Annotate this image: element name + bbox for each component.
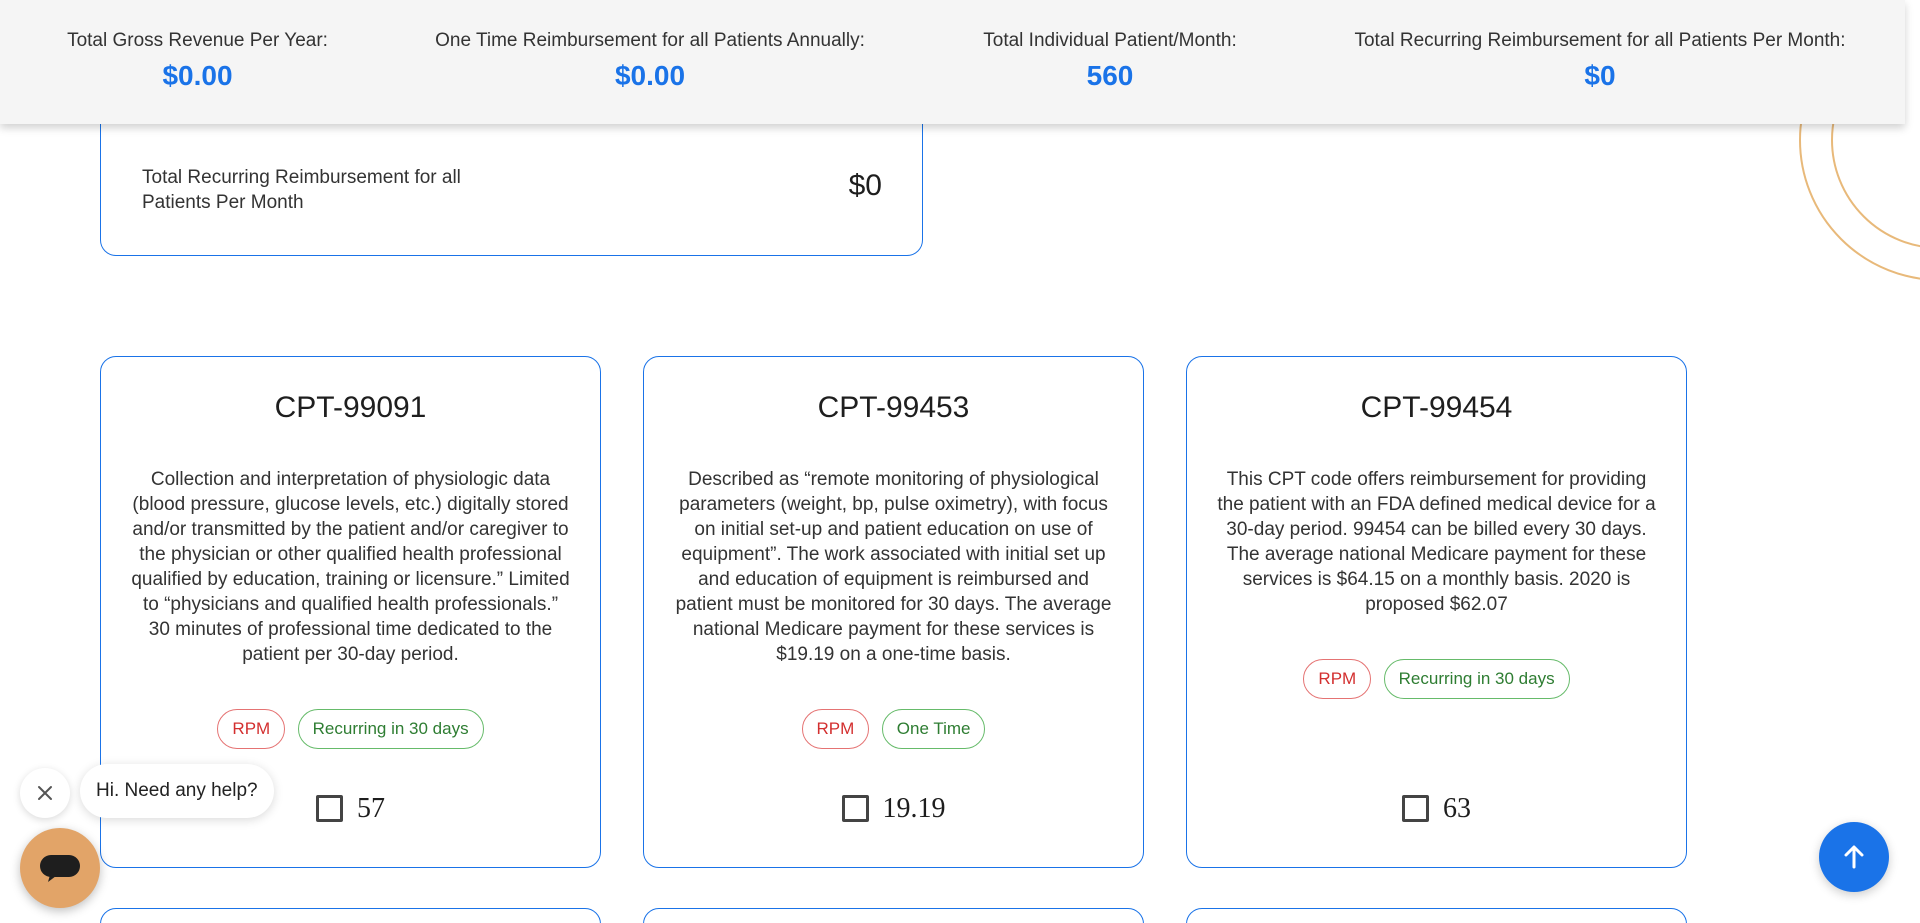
cpt-card-99453: CPT-99453 Described as “remote monitorin…: [643, 356, 1144, 868]
close-icon: [38, 786, 52, 800]
summary-individual-patient: Total Individual Patient/Month: 560: [960, 30, 1260, 92]
tag-frequency: One Time: [881, 709, 986, 749]
summary-label: Total Gross Revenue Per Year:: [67, 30, 328, 51]
cpt-tags: RPM Recurring in 30 days: [1187, 659, 1686, 699]
summary-value: $0.00: [162, 60, 233, 91]
tag-type: RPM: [801, 709, 870, 749]
cpt-tags: RPM One Time: [644, 709, 1143, 749]
cpt-description: Described as “remote monitoring of physi…: [675, 469, 1112, 665]
summary-recurring-reimbursement: Total Recurring Reimbursement for all Pa…: [1340, 30, 1860, 92]
cpt-amount: 57: [357, 793, 385, 824]
chat-launcher-button[interactable]: [20, 828, 100, 908]
tag-type: RPM: [1303, 659, 1372, 699]
cpt-checkbox[interactable]: [316, 795, 343, 822]
chat-greeting-bubble[interactable]: Hi. Need any help?: [80, 764, 274, 818]
cpt-select: 19.19: [644, 793, 1143, 825]
recurring-reimbursement-label: Total Recurring Reimbursement for all Pa…: [142, 167, 461, 213]
cpt-title: CPT-99091: [274, 391, 427, 424]
cpt-checkbox[interactable]: [1402, 795, 1429, 822]
chat-greeting-text: Hi. Need any help?: [96, 780, 258, 801]
cpt-card-99454: CPT-99454 This CPT code offers reimburse…: [1186, 356, 1687, 868]
chat-icon: [40, 855, 80, 882]
cpt-title: CPT-99454: [1360, 391, 1513, 424]
cpt-tags: RPM Recurring in 30 days: [101, 709, 600, 749]
arrow-up-icon: [1844, 845, 1864, 869]
cpt-title: CPT-99453: [817, 391, 970, 424]
cpt-card-next: [100, 908, 601, 923]
cpt-amount: 63: [1443, 793, 1471, 824]
recurring-reimbursement-value: $0: [848, 169, 882, 202]
summary-label: Total Individual Patient/Month:: [983, 30, 1237, 51]
chat-close-button[interactable]: [20, 768, 70, 818]
summary-label: Total Recurring Reimbursement for all Pa…: [1354, 30, 1846, 51]
summary-bar: Total Gross Revenue Per Year: $0.00 One …: [0, 0, 1905, 124]
tag-frequency: Recurring in 30 days: [297, 709, 484, 749]
cpt-amount: 19.19: [882, 793, 946, 824]
cpt-card-next: [1186, 908, 1687, 923]
cpt-select: 63: [1187, 793, 1686, 825]
summary-one-time-reimbursement: One Time Reimbursement for all Patients …: [430, 30, 870, 92]
cpt-card-next: [643, 908, 1144, 923]
tag-type: RPM: [217, 709, 286, 749]
summary-value: 560: [1086, 60, 1134, 91]
summary-label: One Time Reimbursement for all Patients …: [435, 30, 865, 51]
cpt-description: This CPT code offers reimbursement for p…: [1217, 469, 1656, 615]
scroll-to-top-button[interactable]: [1819, 822, 1889, 892]
tag-frequency: Recurring in 30 days: [1383, 659, 1570, 699]
cpt-checkbox[interactable]: [841, 795, 869, 822]
summary-value: $0: [1584, 60, 1616, 91]
summary-gross-revenue: Total Gross Revenue Per Year: $0.00: [40, 30, 355, 92]
summary-value: $0.00: [614, 60, 686, 91]
cpt-description: Collection and interpretation of physiol…: [131, 469, 570, 665]
